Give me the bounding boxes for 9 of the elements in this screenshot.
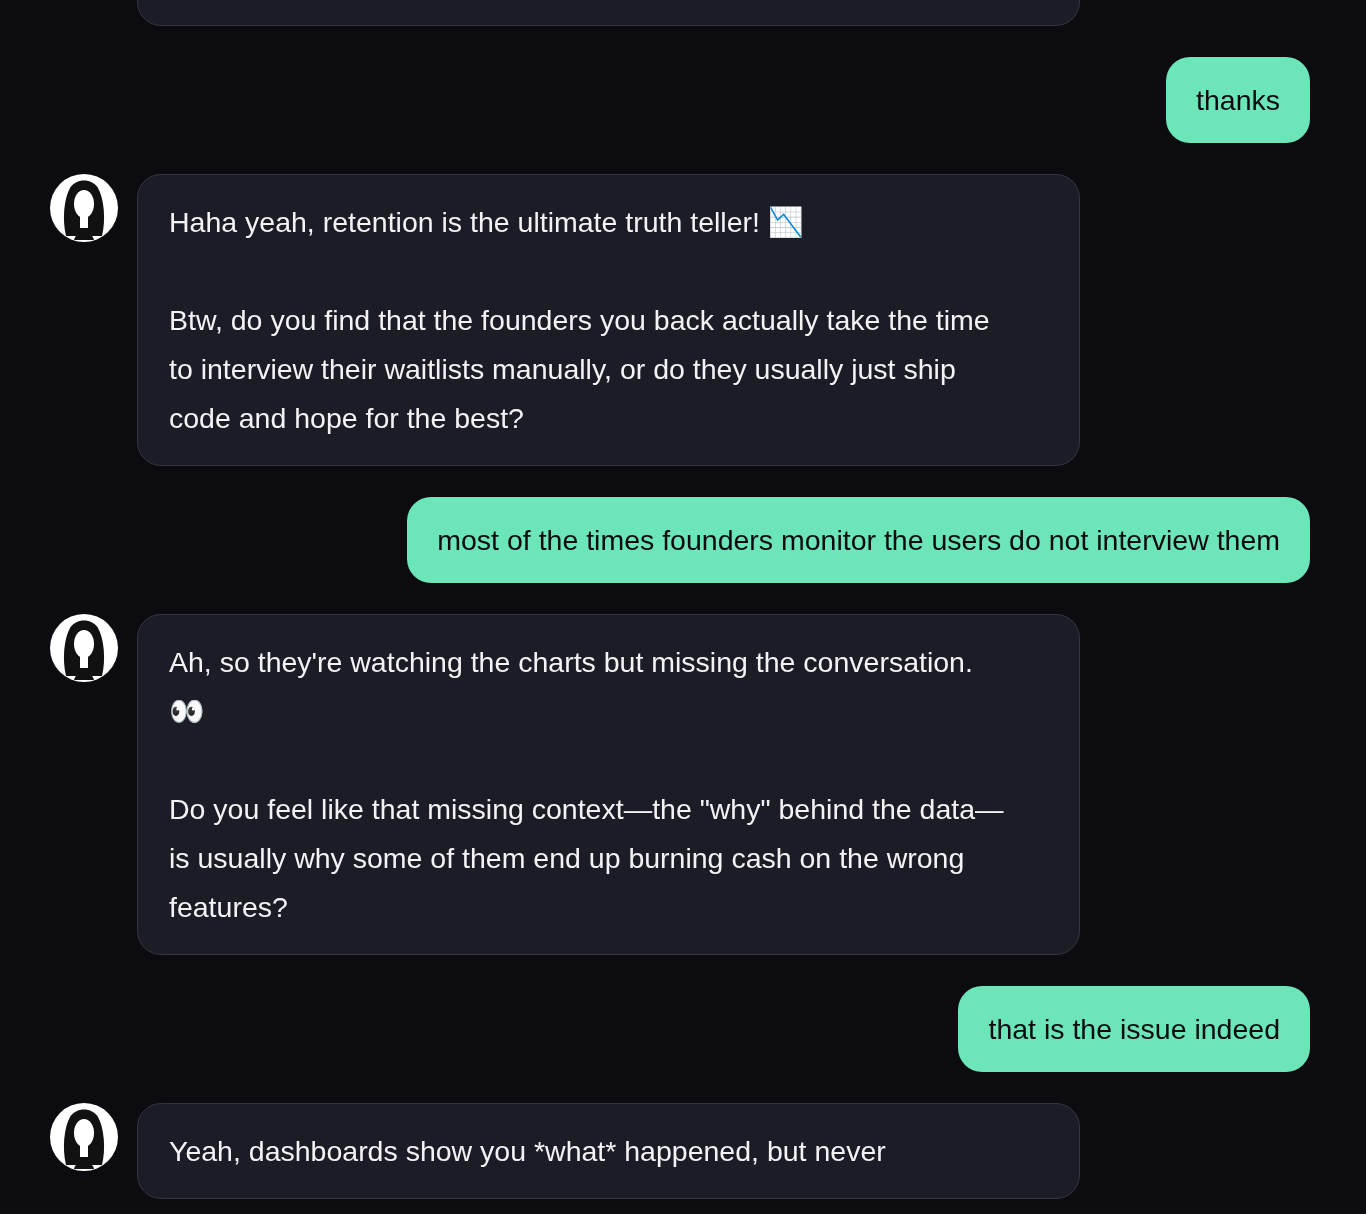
avatar-icon bbox=[50, 1103, 118, 1171]
avatar-icon bbox=[50, 174, 118, 242]
message-bubble: that is the issue indeed bbox=[958, 986, 1310, 1072]
message-bubble: Ah, so they're watching the charts but missing the conversation. 👀 Do you feel like that missing context—the "why" behind the data—is usually why some of them end up burning cash on the wrong features? bbox=[137, 614, 1080, 955]
message-bubble: most of the times founders monitor the users do not interview them bbox=[407, 497, 1310, 583]
message-bubble: Yeah, dashboards show you *what* happened, but never bbox=[137, 1103, 1080, 1199]
message-bubble: Haha yeah, retention is the ultimate truth teller! 📉 Btw, do you find that the founders you back actually take the time to interview their waitlists manually, or do they usually just ship code and hope for the best? bbox=[137, 174, 1080, 466]
avatar-icon bbox=[50, 614, 118, 682]
message-bubble: thanks bbox=[1166, 57, 1310, 143]
